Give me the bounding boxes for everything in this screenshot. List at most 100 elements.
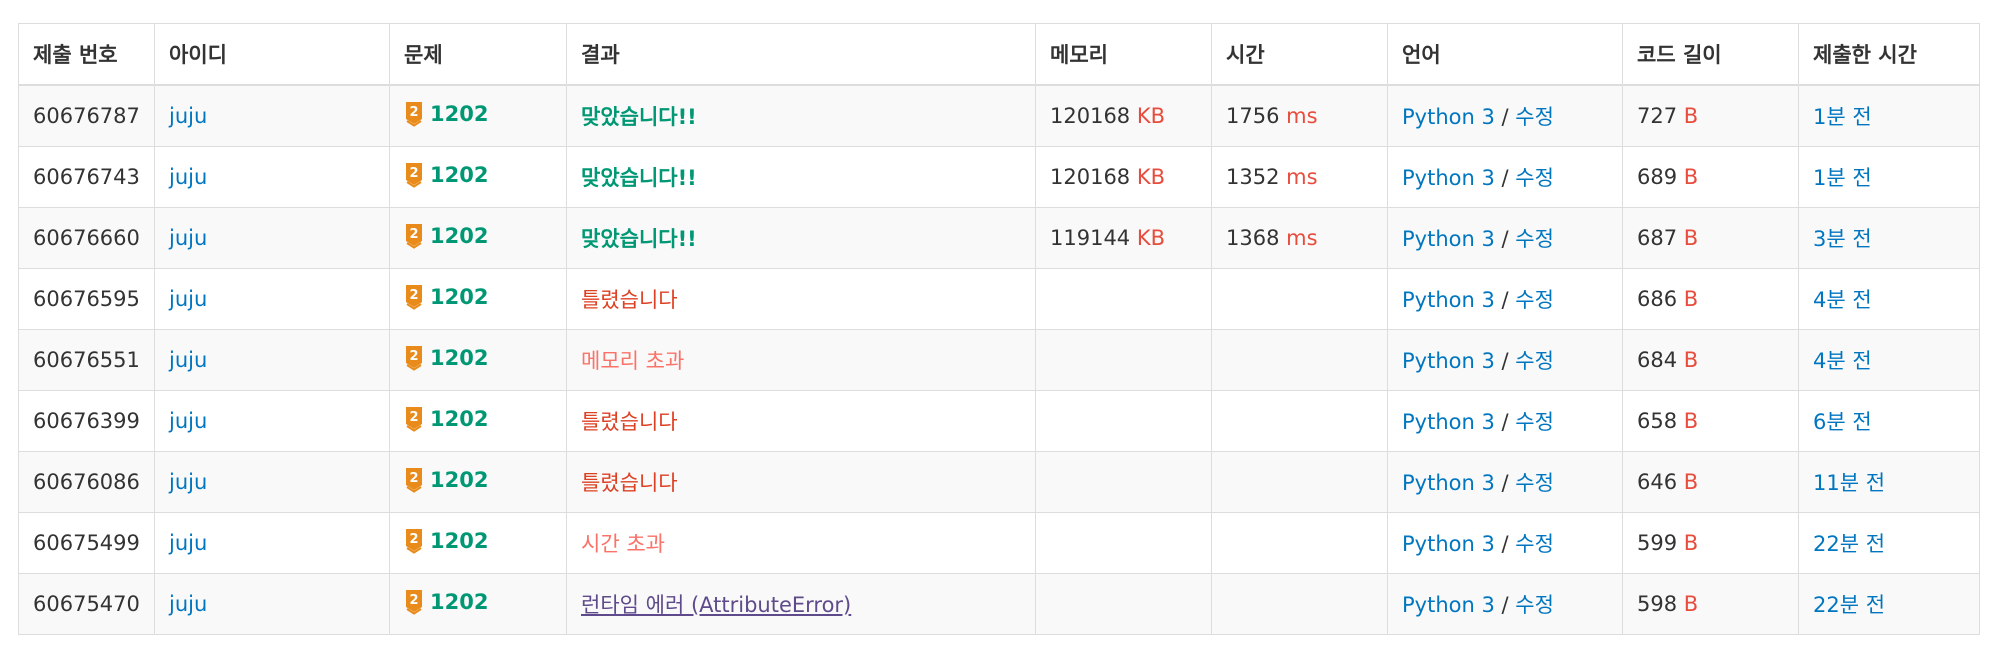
submitted-time-link[interactable]: 4분 전	[1813, 349, 1872, 373]
user-link[interactable]: juju	[169, 165, 207, 189]
edit-link[interactable]: 수정	[1515, 227, 1554, 251]
problem-cell: 2 1202	[389, 573, 567, 635]
submitted-time-link[interactable]: 11분 전	[1813, 471, 1885, 495]
submission-id: 60676551	[18, 329, 155, 391]
submission-id-text: 60675470	[33, 592, 140, 616]
problem-link[interactable]: 2 1202	[404, 162, 488, 188]
language-link[interactable]: Python 3	[1402, 593, 1495, 617]
edit-link[interactable]: 수정	[1515, 471, 1554, 495]
submitted-time-cell: 4분 전	[1798, 329, 1980, 391]
user-cell: juju	[154, 329, 390, 391]
edit-link[interactable]: 수정	[1515, 532, 1554, 556]
code-length-value: 686	[1637, 287, 1678, 311]
problem-link[interactable]: 2 1202	[404, 528, 488, 554]
problem-link[interactable]: 2 1202	[404, 589, 488, 615]
problem-number[interactable]: 1202	[430, 407, 488, 431]
table-row: 60675499 juju 2 1202 시간 초과 Python 3 / 수정…	[18, 512, 1980, 574]
time-unit: ms	[1286, 104, 1318, 128]
submitted-time-link[interactable]: 6분 전	[1813, 410, 1872, 434]
code-length-value: 599	[1637, 531, 1678, 555]
user-link[interactable]: juju	[169, 409, 207, 433]
user-link[interactable]: juju	[169, 348, 207, 372]
submitted-time-link[interactable]: 22분 전	[1813, 593, 1885, 617]
problem-number[interactable]: 1202	[430, 346, 488, 370]
submission-id-text: 60676660	[33, 226, 140, 250]
table-row: 60676743 juju 2 1202 맞았습니다!! 120168 KB 1…	[18, 146, 1980, 208]
time-cell	[1211, 573, 1388, 635]
language-separator: /	[1501, 349, 1509, 373]
user-cell: juju	[154, 207, 390, 269]
submitted-time-link[interactable]: 1분 전	[1813, 105, 1872, 129]
user-link[interactable]: juju	[169, 226, 207, 250]
memory-cell	[1035, 390, 1212, 452]
problem-link[interactable]: 2 1202	[404, 345, 488, 371]
problem-number[interactable]: 1202	[430, 529, 488, 553]
problem-number[interactable]: 1202	[430, 468, 488, 492]
table-row: 60676399 juju 2 1202 틀렸습니다 Python 3 / 수정…	[18, 390, 1980, 452]
edit-link[interactable]: 수정	[1515, 410, 1554, 434]
svg-text:2: 2	[409, 105, 418, 120]
edit-link[interactable]: 수정	[1515, 288, 1554, 312]
language-cell: Python 3 / 수정	[1387, 512, 1623, 574]
language-link[interactable]: Python 3	[1402, 532, 1495, 556]
problem-number[interactable]: 1202	[430, 285, 488, 309]
language-link[interactable]: Python 3	[1402, 349, 1495, 373]
result-text: 맞았습니다!!	[581, 105, 697, 129]
problem-link[interactable]: 2 1202	[404, 101, 488, 127]
header-time: 시간	[1211, 23, 1388, 86]
problem-number[interactable]: 1202	[430, 224, 488, 248]
user-cell: juju	[154, 268, 390, 330]
bronze-tier-2-icon: 2	[406, 162, 422, 188]
problem-number[interactable]: 1202	[430, 163, 488, 187]
submission-id: 60675470	[18, 573, 155, 635]
header-code-length: 코드 길이	[1622, 23, 1799, 86]
user-link[interactable]: juju	[169, 104, 207, 128]
user-link[interactable]: juju	[169, 592, 207, 616]
bronze-tier-2-icon: 2	[406, 101, 422, 127]
user-cell: juju	[154, 451, 390, 513]
user-link[interactable]: juju	[169, 287, 207, 311]
edit-link[interactable]: 수정	[1515, 349, 1554, 373]
svg-text:2: 2	[409, 410, 418, 425]
problem-cell: 2 1202	[389, 512, 567, 574]
problem-link[interactable]: 2 1202	[404, 223, 488, 249]
language-separator: /	[1501, 105, 1509, 129]
language-link[interactable]: Python 3	[1402, 288, 1495, 312]
submitted-time-link[interactable]: 22분 전	[1813, 532, 1885, 556]
problem-link[interactable]: 2 1202	[404, 284, 488, 310]
bronze-tier-2-icon: 2	[406, 284, 422, 310]
language-link[interactable]: Python 3	[1402, 410, 1495, 434]
svg-text:2: 2	[409, 471, 418, 486]
edit-link[interactable]: 수정	[1515, 105, 1554, 129]
language-cell: Python 3 / 수정	[1387, 390, 1623, 452]
problem-link[interactable]: 2 1202	[404, 467, 488, 493]
result-cell: 맞았습니다!!	[566, 146, 1036, 208]
memory-unit: KB	[1136, 104, 1166, 128]
code-length-cell: 727 B	[1622, 84, 1799, 147]
language-link[interactable]: Python 3	[1402, 227, 1495, 251]
submitted-time-cell: 6분 전	[1798, 390, 1980, 452]
language-separator: /	[1501, 410, 1509, 434]
header-user-id: 아이디	[154, 23, 390, 86]
user-link[interactable]: juju	[169, 531, 207, 555]
memory-cell	[1035, 451, 1212, 513]
submitted-time-link[interactable]: 3분 전	[1813, 227, 1872, 251]
language-link[interactable]: Python 3	[1402, 471, 1495, 495]
code-length-unit: B	[1683, 470, 1699, 494]
submitted-time-link[interactable]: 1분 전	[1813, 166, 1872, 190]
memory-cell	[1035, 329, 1212, 391]
submission-id: 60676787	[18, 84, 155, 147]
problem-number[interactable]: 1202	[430, 102, 488, 126]
result-text[interactable]: 런타임 에러 (AttributeError)	[581, 593, 851, 617]
problem-number[interactable]: 1202	[430, 590, 488, 614]
edit-link[interactable]: 수정	[1515, 166, 1554, 190]
language-link[interactable]: Python 3	[1402, 166, 1495, 190]
problem-link[interactable]: 2 1202	[404, 406, 488, 432]
table-row: 60676595 juju 2 1202 틀렸습니다 Python 3 / 수정…	[18, 268, 1980, 330]
user-link[interactable]: juju	[169, 470, 207, 494]
language-separator: /	[1501, 593, 1509, 617]
language-link[interactable]: Python 3	[1402, 105, 1495, 129]
submitted-time-cell: 11분 전	[1798, 451, 1980, 513]
edit-link[interactable]: 수정	[1515, 593, 1554, 617]
submitted-time-link[interactable]: 4분 전	[1813, 288, 1872, 312]
